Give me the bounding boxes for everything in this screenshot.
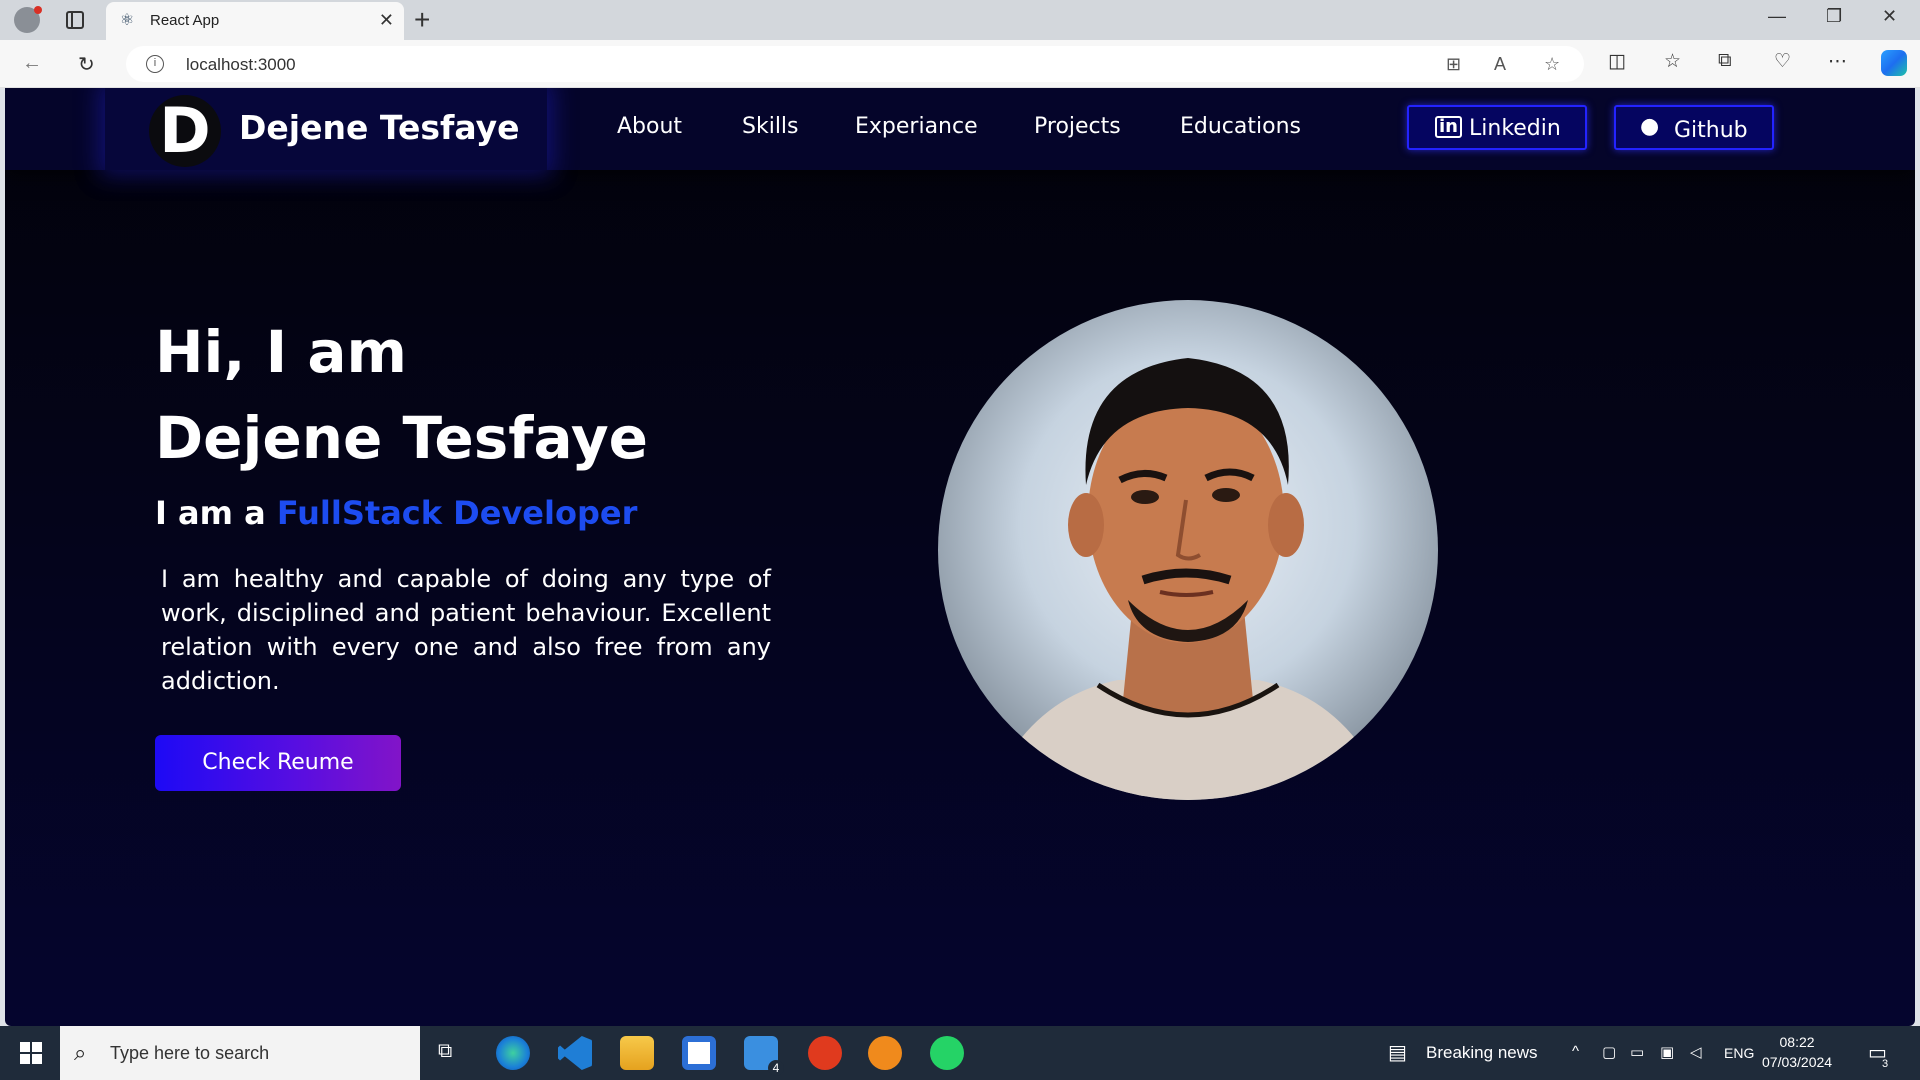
clock-date: 07/03/2024 xyxy=(1762,1054,1833,1070)
hero-role: I am a FullStack Developer xyxy=(155,494,637,532)
tab-actions-icon[interactable] xyxy=(66,11,84,29)
linkedin-button[interactable]: in Linkedin xyxy=(1407,105,1587,150)
windows-taskbar: ⌕ Type here to search ⧉ 4 ▤ Breaking new… xyxy=(0,1026,1920,1080)
site-navbar: D Dejene Tesfaye About Skills Experiance… xyxy=(5,88,1915,170)
split-screen-icon[interactable]: ◫ xyxy=(1608,50,1626,73)
news-icon[interactable]: ▤ xyxy=(1388,1040,1407,1065)
brand-name: Dejene Tesfaye xyxy=(239,108,520,147)
tab-title: React App xyxy=(150,12,220,29)
nav-educations[interactable]: Educations xyxy=(1180,114,1301,139)
c-app-icon[interactable] xyxy=(868,1036,902,1070)
vscode-icon[interactable] xyxy=(558,1036,592,1070)
url-text[interactable]: localhost:3000 xyxy=(186,55,296,75)
whatsapp-icon[interactable] xyxy=(930,1036,964,1070)
new-tab-button[interactable]: + xyxy=(414,4,430,36)
hero-role-title: FullStack Developer xyxy=(276,494,638,532)
app-available-icon[interactable]: ⊞ xyxy=(1446,54,1461,75)
brand-logo-icon: D xyxy=(149,95,221,167)
microsoft-store-icon[interactable] xyxy=(682,1036,716,1070)
refresh-icon[interactable]: ↻ xyxy=(78,52,95,77)
collections-icon[interactable]: ⧉ xyxy=(1718,50,1732,72)
back-icon[interactable]: ← xyxy=(22,52,42,75)
react-favicon-icon: ⚛ xyxy=(119,12,135,29)
more-options-icon[interactable]: ⋯ xyxy=(1828,50,1847,73)
brand[interactable]: D Dejene Tesfaye xyxy=(105,88,547,170)
wps-office-icon[interactable] xyxy=(808,1036,842,1070)
linkedin-label: Linkedin xyxy=(1469,116,1561,141)
linkedin-icon: in xyxy=(1435,116,1462,138)
page-viewport: D Dejene Tesfaye About Skills Experiance… xyxy=(5,88,1915,1026)
nav-about[interactable]: About xyxy=(617,114,682,139)
clock[interactable]: 08:22 07/03/2024 xyxy=(1762,1032,1832,1072)
nav-skills[interactable]: Skills xyxy=(742,114,799,139)
profile-photo xyxy=(938,300,1438,800)
close-tab-icon[interactable]: ✕ xyxy=(379,10,394,31)
minimize-icon[interactable]: — xyxy=(1768,6,1786,27)
language-indicator[interactable]: ENG xyxy=(1724,1045,1754,1061)
hero-name: Dejene Tesfaye xyxy=(155,404,648,472)
close-window-icon[interactable]: ✕ xyxy=(1882,6,1897,27)
meet-now-icon[interactable]: ▢ xyxy=(1602,1043,1616,1061)
hero-role-prefix: I am a xyxy=(155,494,266,532)
taskbar-search-placeholder: Type here to search xyxy=(110,1043,270,1063)
battery-icon[interactable]: ▭ xyxy=(1630,1043,1644,1061)
url-field[interactable]: i localhost:3000 ⊞ A ☆ xyxy=(126,46,1584,82)
task-view-icon[interactable]: ⧉ xyxy=(438,1040,452,1063)
check-resume-button[interactable]: Check Reume xyxy=(155,735,401,791)
hero-greeting: Hi, I am xyxy=(155,318,407,386)
clock-time: 08:22 xyxy=(1779,1034,1815,1050)
volume-icon[interactable]: ◁ xyxy=(1690,1043,1702,1061)
nav-experience[interactable]: Experiance xyxy=(855,114,978,139)
github-label: Github xyxy=(1674,118,1748,143)
taskbar-search[interactable]: ⌕ Type here to search xyxy=(60,1026,420,1080)
notifications-badge: 3 xyxy=(1882,1058,1889,1070)
browser-tab[interactable]: ⚛ React App ✕ xyxy=(106,2,404,40)
network-icon[interactable]: ▣ xyxy=(1660,1043,1674,1061)
read-aloud-icon[interactable]: A xyxy=(1494,54,1506,75)
hero-description: I am healthy and capable of doing any ty… xyxy=(161,565,771,695)
favorite-star-icon[interactable]: ☆ xyxy=(1544,54,1560,75)
profile-icon[interactable] xyxy=(14,6,42,33)
windows-start-icon[interactable] xyxy=(20,1042,42,1064)
address-bar-row: ← ↻ i localhost:3000 ⊞ A ☆ xyxy=(0,40,1920,88)
mail-badge: 4 xyxy=(768,1060,784,1076)
mail-icon[interactable]: 4 xyxy=(744,1036,784,1076)
edge-icon[interactable] xyxy=(496,1036,530,1070)
show-hidden-icons-icon[interactable]: ^ xyxy=(1572,1043,1579,1060)
favorites-icon[interactable]: ☆ xyxy=(1664,50,1681,73)
restore-icon[interactable]: ❐ xyxy=(1826,6,1842,27)
copilot-icon[interactable] xyxy=(1881,50,1907,76)
github-button[interactable]: ● Github xyxy=(1614,105,1774,150)
nav-projects[interactable]: Projects xyxy=(1034,114,1121,139)
news-label[interactable]: Breaking news xyxy=(1426,1043,1538,1063)
site-info-icon[interactable]: i xyxy=(146,55,164,73)
browser-essentials-icon[interactable]: ♡ xyxy=(1774,50,1791,73)
search-icon: ⌕ xyxy=(74,1040,87,1065)
browser-tab-bar: ⚛ React App ✕ + — ❐ ✕ xyxy=(0,0,1920,40)
file-explorer-icon[interactable] xyxy=(620,1036,654,1070)
github-icon: ● xyxy=(1640,114,1660,139)
portrait-illustration xyxy=(985,358,1391,800)
